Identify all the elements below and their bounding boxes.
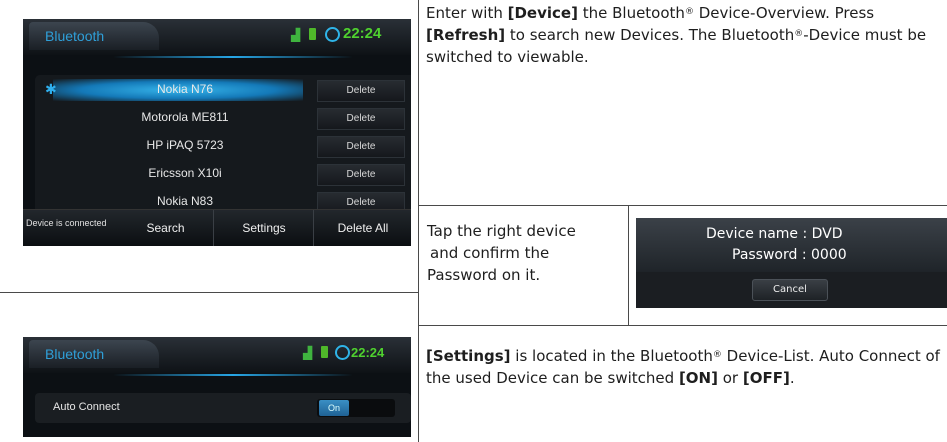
registered-mark: ®: [684, 7, 694, 17]
device-name-line: Device name : DVD: [706, 226, 843, 242]
device-name: Ericsson X10i: [148, 166, 222, 180]
settings-button[interactable]: Settings: [213, 210, 314, 246]
overview-description: Enter with [Device] the Bluetooth® Devic…: [426, 2, 946, 68]
delete-button[interactable]: Delete: [317, 164, 405, 186]
clock-time: 22:24: [343, 25, 382, 42]
keyword-device: [Device]: [507, 4, 578, 22]
auto-connect-row: Auto Connect On: [35, 393, 411, 423]
pairing-description: Tap the right device and confirm the Pas…: [427, 220, 627, 286]
keyword-off: [OFF]: [742, 369, 790, 387]
title-tab: Bluetooth: [29, 340, 159, 368]
bottom-toolbar: Device is connected Search Settings Dele…: [23, 209, 411, 246]
header-accent-line: [113, 56, 353, 58]
text: .: [789, 369, 795, 387]
grid-divider: [628, 205, 629, 325]
text: and confirm the: [430, 244, 550, 262]
text: or: [717, 369, 743, 387]
signal-icon: ▟: [291, 28, 301, 42]
signal-icon: ▟: [303, 346, 313, 360]
grid-divider: [418, 0, 419, 442]
keyword-on: [ON]: [678, 369, 718, 387]
header-accent-line: [113, 374, 353, 376]
battery-icon: [309, 28, 316, 40]
battery-icon: [321, 346, 328, 358]
device-name: Motorola ME811: [141, 110, 229, 124]
text: Password on it.: [427, 266, 541, 284]
registered-mark: ®: [712, 350, 722, 360]
device-row[interactable]: Motorola ME811 Delete: [35, 105, 411, 131]
device-row[interactable]: Ericsson X10i Delete: [35, 161, 411, 187]
keyword-settings: [Settings]: [426, 347, 511, 365]
delete-button[interactable]: Delete: [317, 136, 405, 158]
settings-description: [Settings] is located in the Bluetooth® …: [426, 345, 944, 389]
device-row[interactable]: ✱ Nokia N76 Delete: [35, 77, 411, 103]
grid-divider: [418, 325, 947, 326]
clock-time: 22:24: [351, 345, 385, 360]
clock-icon: [335, 345, 350, 360]
title-bar: Bluetooth ▟ 22:24: [23, 337, 411, 373]
device-row[interactable]: HP iPAQ 5723 Delete: [35, 133, 411, 159]
registered-mark: ®: [794, 29, 804, 39]
password-line: Password : 0000: [732, 247, 847, 263]
bluetooth-device-list-screen: Bluetooth ▟ 22:24 ✱ Nokia N76 Delete Mot…: [23, 19, 411, 246]
text: to search new Devices. The Bluetooth: [505, 26, 795, 44]
clock-icon: [325, 27, 340, 42]
grid-divider: [0, 292, 418, 293]
bluetooth-settings-screen: Bluetooth ▟ 22:24 Auto Connect On: [23, 337, 411, 437]
device-name: HP iPAQ 5723: [146, 138, 224, 152]
delete-button[interactable]: Delete: [317, 108, 405, 130]
device-name: Nokia N76: [156, 82, 214, 96]
search-button[interactable]: Search: [118, 210, 213, 246]
screen-title: Bluetooth: [45, 28, 105, 44]
text: Tap the right device: [427, 222, 576, 240]
cancel-button[interactable]: Cancel: [752, 279, 828, 301]
text: the Bluetooth: [577, 4, 685, 22]
keyword-refresh: [Refresh]: [426, 26, 506, 44]
screen-title: Bluetooth: [45, 346, 105, 362]
text: is located in the Bluetooth: [510, 347, 713, 365]
auto-connect-toggle[interactable]: On: [317, 399, 395, 417]
dialog-header: Device name : DVD Password : 0000: [636, 218, 947, 272]
connection-status: Device is connected: [26, 218, 107, 228]
device-list: ✱ Nokia N76 Delete Motorola ME811 Delete…: [35, 75, 411, 225]
auto-connect-label: Auto Connect: [53, 401, 120, 413]
text: Enter with: [426, 4, 508, 22]
toggle-on-state: On: [319, 400, 349, 416]
text: Device-Overview. Press: [693, 4, 875, 22]
pairing-dialog: Device name : DVD Password : 0000 Cancel: [636, 218, 947, 308]
delete-button[interactable]: Delete: [317, 80, 405, 102]
title-bar: Bluetooth ▟ 22:24: [23, 19, 411, 55]
delete-all-button[interactable]: Delete All: [313, 210, 411, 246]
grid-divider: [418, 205, 947, 206]
title-tab: Bluetooth: [29, 22, 159, 50]
device-name: Nokia N83: [156, 194, 214, 208]
